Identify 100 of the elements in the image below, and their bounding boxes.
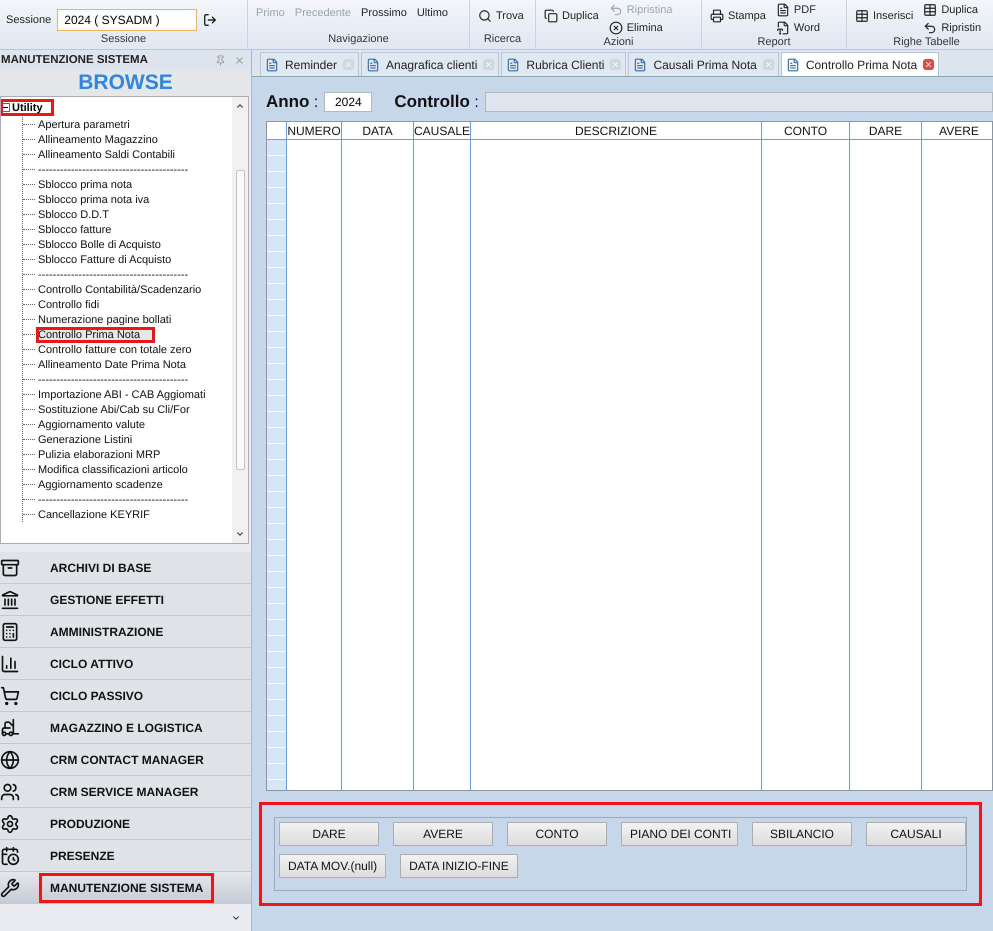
module-button[interactable]: AMMINISTRAZIONE xyxy=(0,616,251,648)
module-button[interactable]: MAGAZZINO E LOGISTICA xyxy=(0,712,251,744)
module-button[interactable]: MANUTENZIONE SISTEMA xyxy=(0,872,251,904)
row-header[interactable] xyxy=(267,316,286,332)
action-button[interactable]: SBILANCIO xyxy=(752,822,852,846)
action-button[interactable]: DATA MOV.(null) xyxy=(279,854,386,878)
row-header[interactable] xyxy=(267,140,286,156)
row-header[interactable] xyxy=(267,348,286,364)
module-button[interactable]: GESTIONE EFFETTI xyxy=(0,584,251,616)
session-field[interactable]: 2024 ( SYSADM ) xyxy=(57,8,198,30)
tree-item[interactable]: Pulizia elaborazioni MRP xyxy=(37,448,174,462)
row-header[interactable] xyxy=(267,220,286,236)
column-header[interactable]: NUMERO xyxy=(287,122,342,139)
ribbon-button[interactable]: Duplica xyxy=(542,8,601,24)
tree-item[interactable]: Cancellazione KEYRIF xyxy=(37,508,164,522)
row-header[interactable] xyxy=(267,524,286,540)
document-tab[interactable]: Causali Prima Nota xyxy=(628,52,779,76)
tree-item[interactable]: Sblocco prima nota xyxy=(37,178,146,192)
document-tab[interactable]: Rubrica Clienti xyxy=(501,52,626,76)
row-header[interactable] xyxy=(267,172,286,188)
tree-item[interactable]: Apertura parametri xyxy=(37,118,144,132)
action-button[interactable]: DATA INIZIO-FINE xyxy=(400,854,518,878)
tree-item[interactable]: Sblocco prima nota iva xyxy=(37,192,164,206)
column-header[interactable]: CONTO xyxy=(762,122,850,139)
action-button[interactable]: CONTO xyxy=(507,822,607,846)
row-header[interactable] xyxy=(267,668,286,684)
row-header[interactable] xyxy=(267,268,286,284)
row-header[interactable] xyxy=(267,428,286,444)
tree-item[interactable]: ----------------------------------------- xyxy=(37,268,202,282)
column-header[interactable]: DATA xyxy=(342,122,414,139)
row-header[interactable] xyxy=(267,300,286,316)
row-header[interactable] xyxy=(267,572,286,588)
column-header[interactable]: DESCRIZIONE xyxy=(471,122,762,139)
ribbon-button[interactable]: Elimina xyxy=(606,20,675,36)
collapse-icon[interactable] xyxy=(1,103,10,112)
tree-item[interactable]: Modifica classificazioni articolo xyxy=(37,462,202,476)
row-header[interactable] xyxy=(267,620,286,636)
document-tab[interactable]: Reminder xyxy=(260,52,360,76)
row-header[interactable] xyxy=(267,412,286,428)
check-field[interactable] xyxy=(484,92,993,112)
pin-icon[interactable] xyxy=(215,54,226,66)
module-button[interactable]: CICLO PASSIVO xyxy=(0,680,251,712)
tree-item[interactable]: ----------------------------------------- xyxy=(37,492,202,506)
exit-icon[interactable] xyxy=(203,12,218,26)
row-header[interactable] xyxy=(267,204,286,220)
row-header[interactable] xyxy=(267,732,286,748)
row-header[interactable] xyxy=(267,748,286,764)
tree-item[interactable]: Controllo fidi xyxy=(37,298,114,312)
row-header[interactable] xyxy=(267,444,286,460)
row-header[interactable] xyxy=(267,684,286,700)
row-header[interactable] xyxy=(267,716,286,732)
row-header[interactable] xyxy=(267,396,286,412)
tree-item[interactable]: Allineamento Magazzino xyxy=(37,132,172,146)
module-button[interactable]: CICLO ATTIVO xyxy=(0,648,251,680)
row-header[interactable] xyxy=(267,460,286,476)
row-header[interactable] xyxy=(267,636,286,652)
tree-item[interactable]: Sblocco D.D.T xyxy=(37,208,123,222)
document-tab[interactable]: Controllo Prima Nota xyxy=(780,52,940,76)
row-header[interactable] xyxy=(267,476,286,492)
tree-item[interactable]: Sblocco Bolle di Acquisto xyxy=(37,238,175,252)
module-button[interactable]: PRESENZE xyxy=(0,840,251,872)
ribbon-button[interactable]: Word xyxy=(774,20,822,36)
row-header[interactable] xyxy=(267,508,286,524)
row-header[interactable] xyxy=(267,380,286,396)
row-header[interactable] xyxy=(267,284,286,300)
row-header[interactable] xyxy=(267,156,286,172)
row-header[interactable] xyxy=(267,492,286,508)
row-header[interactable] xyxy=(267,188,286,204)
tree-item[interactable]: ----------------------------------------- xyxy=(37,162,202,176)
ribbon-button[interactable]: Duplica xyxy=(921,2,984,18)
ribbon-button[interactable]: Prossimo xyxy=(359,6,409,20)
tree-item[interactable]: Numerazione pagine bollati xyxy=(37,312,186,326)
module-button[interactable]: ARCHIVI DI BASE xyxy=(0,552,251,584)
ribbon-button[interactable]: PDF xyxy=(774,2,822,18)
column-header[interactable]: CAUSALE xyxy=(414,122,471,139)
row-header[interactable] xyxy=(267,332,286,348)
row-header[interactable] xyxy=(267,588,286,604)
scrollbar-thumb[interactable] xyxy=(236,170,244,470)
tree-item[interactable]: Allineamento Saldi Contabili xyxy=(37,148,189,162)
close-icon[interactable] xyxy=(923,59,934,70)
tree-item[interactable]: ----------------------------------------- xyxy=(37,372,202,386)
close-icon[interactable] xyxy=(234,54,245,66)
action-button[interactable]: CAUSALI xyxy=(866,822,966,846)
row-header[interactable] xyxy=(267,764,286,780)
tree-item[interactable]: Allineamento Date Prima Nota xyxy=(37,358,200,372)
tree-item[interactable]: Sblocco Fatture di Acquisto xyxy=(37,252,186,266)
action-button[interactable]: AVERE xyxy=(393,822,493,846)
row-header[interactable] xyxy=(267,364,286,380)
tree-item[interactable]: Aggiornamento scadenze xyxy=(37,478,177,492)
tree-item[interactable]: Controllo Contabilità/Scadenzario xyxy=(37,282,216,296)
row-header[interactable] xyxy=(267,252,286,268)
ribbon-button[interactable]: Stampa xyxy=(708,8,768,24)
tree-item[interactable]: Sostituzione Abi/Cab su Cli/For xyxy=(37,402,204,416)
row-header[interactable] xyxy=(267,700,286,716)
ribbon-button[interactable]: Ultimo xyxy=(414,6,450,20)
ribbon-button[interactable]: Ripristin xyxy=(921,20,984,36)
ribbon-button[interactable]: Trova xyxy=(476,8,526,24)
row-header[interactable] xyxy=(267,540,286,556)
module-button[interactable]: PRODUZIONE xyxy=(0,808,251,840)
module-button[interactable]: CRM CONTACT MANAGER xyxy=(0,744,251,776)
